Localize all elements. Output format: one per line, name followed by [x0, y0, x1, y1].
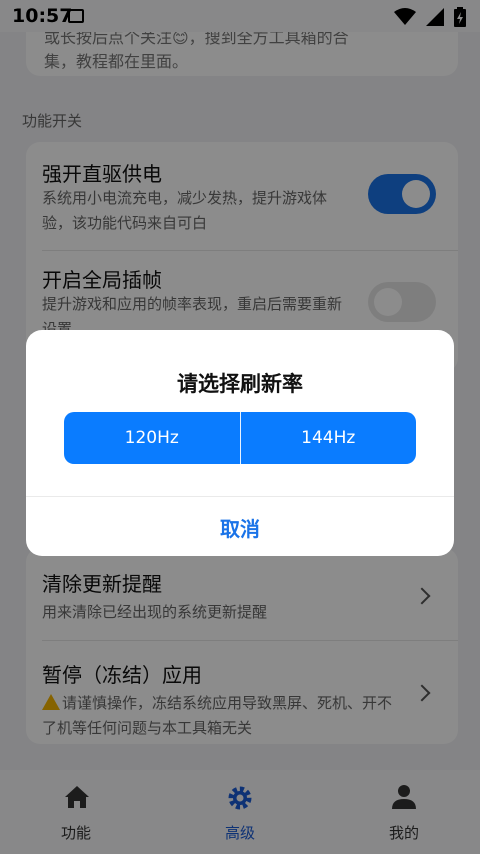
dialog-title: 请选择刷新率: [177, 372, 303, 396]
option-120hz-button[interactable]: 120Hz: [64, 412, 240, 464]
dialog-divider: [26, 496, 454, 497]
refresh-rate-options: 120Hz 144Hz: [64, 412, 416, 464]
option-separator: [239, 412, 241, 464]
cancel-button[interactable]: 取消: [26, 498, 454, 556]
option-144hz-button[interactable]: 144Hz: [241, 412, 417, 464]
refresh-rate-dialog: 请选择刷新率 120Hz 144Hz 取消: [26, 330, 454, 556]
